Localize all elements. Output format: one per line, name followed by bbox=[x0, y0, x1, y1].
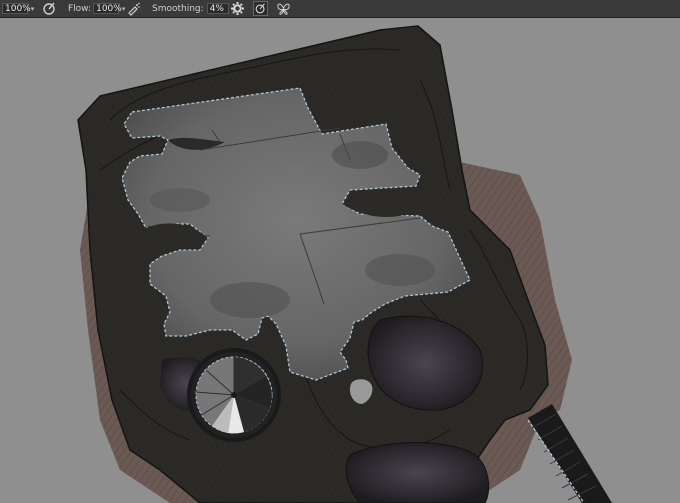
opacity-field[interactable]: 100% bbox=[2, 3, 31, 14]
tool-options-bar: 100% ▾ Flow: 100% ▾ Smoothing: 4% ▾ bbox=[0, 0, 680, 18]
opacity-control[interactable]: 100% ▾ bbox=[2, 2, 37, 15]
butterfly-icon[interactable] bbox=[276, 1, 291, 16]
pressure-opacity-icon[interactable] bbox=[42, 1, 57, 16]
lower-chamber-bottom bbox=[345, 442, 490, 503]
opacity-dropdown-icon[interactable]: ▾ bbox=[28, 3, 37, 14]
smoothing-control[interactable]: Smoothing: 4% ▾ bbox=[152, 2, 238, 15]
spiral-staircase bbox=[187, 348, 281, 442]
flow-control[interactable]: Flow: 100% ▾ bbox=[68, 2, 128, 15]
flow-label: Flow: bbox=[68, 3, 92, 14]
flow-field[interactable]: 100% bbox=[93, 3, 122, 14]
map-canvas[interactable] bbox=[0, 18, 680, 503]
pressure-size-icon[interactable] bbox=[253, 1, 268, 16]
smoothing-label: Smoothing: bbox=[152, 3, 204, 14]
airbrush-icon[interactable] bbox=[126, 1, 141, 16]
chasm-ramp bbox=[528, 404, 612, 503]
smoothing-field[interactable]: 4% bbox=[206, 3, 229, 14]
gear-icon[interactable] bbox=[230, 1, 245, 16]
